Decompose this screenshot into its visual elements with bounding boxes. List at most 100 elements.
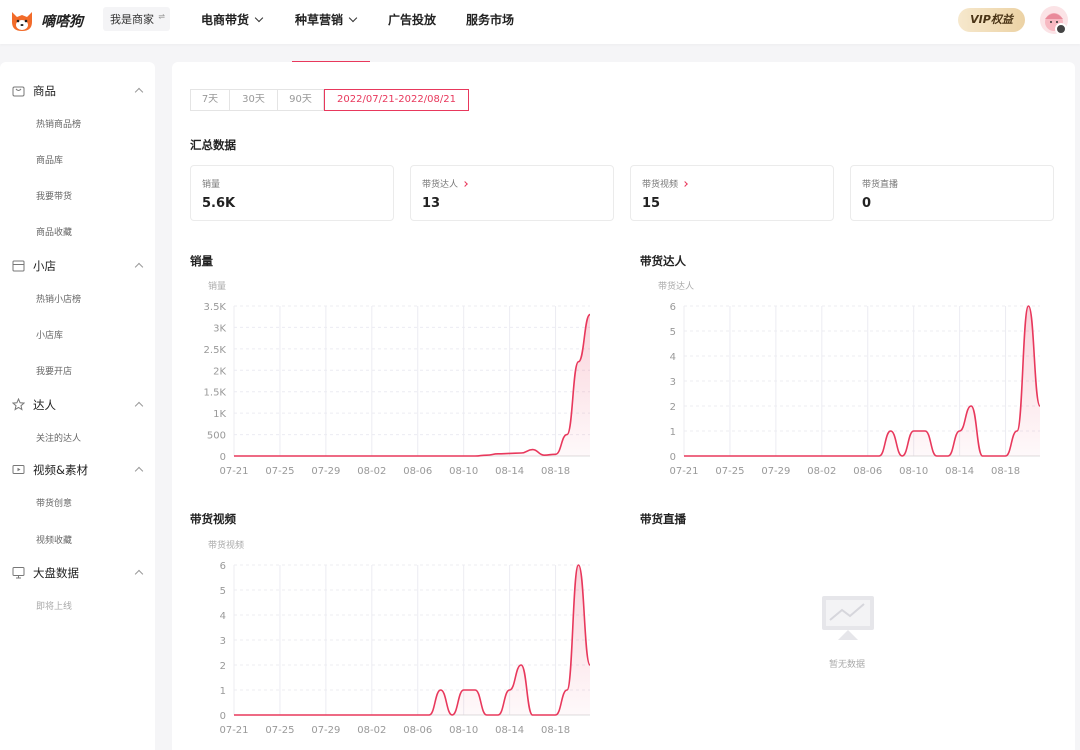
range-90-days[interactable]: 90天	[277, 89, 324, 111]
y-tick-label: 3	[220, 636, 226, 647]
sidebar-item-video-favorites[interactable]: 视频收藏	[36, 533, 72, 546]
sidebar-item-product-favorites[interactable]: 商品收藏	[36, 225, 72, 238]
data-point	[695, 455, 697, 457]
sidebar-group-products[interactable]: 商品	[12, 83, 56, 99]
data-point	[394, 714, 396, 716]
x-tick-label: 08-18	[541, 466, 570, 477]
range-custom-dates[interactable]: 2022/07/21-2022/08/21	[324, 89, 469, 111]
dog-logo-icon[interactable]	[8, 6, 36, 34]
sidebar-group-shops[interactable]: 小店	[12, 258, 56, 274]
x-tick-label: 08-02	[807, 466, 836, 477]
data-point	[302, 714, 304, 716]
brand-name[interactable]: 嘀嗒狗	[41, 11, 83, 31]
data-point	[291, 455, 293, 457]
data-point	[1039, 405, 1041, 407]
y-axis-label: 销量	[208, 280, 226, 292]
data-point	[394, 455, 396, 457]
data-point	[706, 455, 708, 457]
data-point	[474, 455, 476, 457]
empty-data-text: 暂无数据	[829, 660, 866, 670]
data-point	[729, 455, 731, 457]
data-point	[947, 455, 949, 457]
range-7-days[interactable]: 7天	[190, 89, 230, 111]
sidebar-group-influencers[interactable]: 达人	[12, 397, 56, 413]
chevron-right-icon	[682, 181, 688, 187]
data-point	[382, 455, 384, 457]
data-point	[844, 455, 846, 457]
data-point	[936, 455, 938, 457]
data-point	[555, 714, 557, 716]
x-tick-label: 08-14	[495, 725, 524, 736]
data-point	[855, 455, 857, 457]
data-point	[1005, 455, 1007, 457]
sidebar-item-hot-shops[interactable]: 热销小店榜	[36, 292, 81, 305]
data-point	[821, 455, 823, 457]
data-point	[291, 714, 293, 716]
card-label: 带货直播	[862, 180, 899, 190]
card-label: 带货达人	[422, 180, 459, 190]
y-tick-label: 4	[220, 611, 226, 622]
summary-card-influencers[interactable]: 带货达人 13	[410, 165, 614, 221]
data-point	[532, 714, 534, 716]
y-tick-label: 1.5K	[204, 388, 227, 399]
data-point	[348, 714, 350, 716]
sidebar-item-start-selling[interactable]: 我要带货	[36, 189, 72, 202]
monitor-icon	[12, 567, 25, 579]
sidebar-item-product-library[interactable]: 商品库	[36, 153, 63, 166]
data-point	[245, 455, 247, 457]
sidebar-item-followed-influencers[interactable]: 关注的达人	[36, 431, 81, 444]
nav-ad-placement[interactable]: 广告投放	[388, 11, 436, 28]
videos-line-chart[interactable]: 带货视频 0 1 2 3 4 5 6 07-21 07-25 07-29 08-02 08-06 08-1…	[190, 535, 610, 745]
vip-benefits-button[interactable]: VIP权益	[958, 8, 1025, 32]
influencers-chart-title: 带货达人	[640, 254, 686, 268]
data-point	[982, 455, 984, 457]
summary-card-videos[interactable]: 带货视频 15	[630, 165, 834, 221]
sidebar-item-open-shop[interactable]: 我要开店	[36, 364, 72, 377]
data-point	[268, 714, 270, 716]
x-tick-label: 08-14	[495, 466, 524, 477]
y-tick-label: 2.5K	[204, 345, 227, 356]
x-tick-label: 08-02	[357, 725, 386, 736]
sidebar-item-shop-library[interactable]: 小店库	[36, 328, 63, 341]
data-point	[520, 664, 522, 666]
card-link[interactable]: 带货达人	[422, 177, 468, 190]
influencers-line-chart[interactable]: 带货达人 0 1 2 3 4 5 6 07-21 07-25 07-29 08-02 08-06 08-1…	[640, 276, 1060, 486]
y-tick-label: 2	[670, 402, 676, 413]
x-tick-label: 08-10	[449, 725, 478, 736]
swap-icon: ⇌	[158, 12, 165, 21]
data-point	[337, 455, 339, 457]
data-point	[1028, 305, 1030, 307]
card-label: 销量	[202, 180, 221, 190]
sidebar-item-hot-products[interactable]: 热销商品榜	[36, 117, 81, 130]
data-point	[348, 455, 350, 457]
data-point	[532, 449, 534, 451]
sales-line-chart[interactable]: 销量 0 500 1K 1.5K 2K 2.5K 3K 3.5K 07-21 07-25 07-29 0…	[190, 276, 610, 486]
range-30-days[interactable]: 30天	[229, 89, 278, 111]
data-point	[901, 455, 903, 457]
y-tick-label: 2K	[213, 366, 226, 377]
sidebar-group-label: 视频&素材	[33, 463, 88, 477]
data-point	[360, 714, 362, 716]
x-tick-label: 07-21	[219, 725, 248, 736]
chevron-down-icon	[348, 13, 358, 23]
card-link[interactable]: 带货视频	[642, 177, 688, 190]
data-point	[867, 455, 869, 457]
store-icon	[12, 260, 25, 272]
y-tick-label: 4	[670, 352, 676, 363]
data-point	[589, 314, 591, 316]
merchant-switch-button[interactable]: 我是商家 ⇌	[103, 7, 170, 31]
sales-chart-title: 销量	[190, 254, 213, 268]
y-tick-label: 3.5K	[204, 302, 227, 313]
x-tick-label: 07-29	[311, 466, 340, 477]
data-point	[405, 455, 407, 457]
nav-ecommerce[interactable]: 电商带货	[201, 11, 264, 28]
nav-service-market[interactable]: 服务市场	[466, 11, 514, 28]
sidebar-group-market-data[interactable]: 大盘数据	[12, 565, 79, 581]
nav-seeding-marketing[interactable]: 种草营销	[295, 11, 358, 28]
data-point	[993, 455, 995, 457]
sidebar-item-creative[interactable]: 带货创意	[36, 496, 72, 509]
x-tick-label: 08-10	[449, 466, 478, 477]
y-tick-label: 3	[670, 377, 676, 388]
sidebar-group-video-materials[interactable]: 视频&素材	[12, 462, 88, 478]
data-point	[798, 455, 800, 457]
